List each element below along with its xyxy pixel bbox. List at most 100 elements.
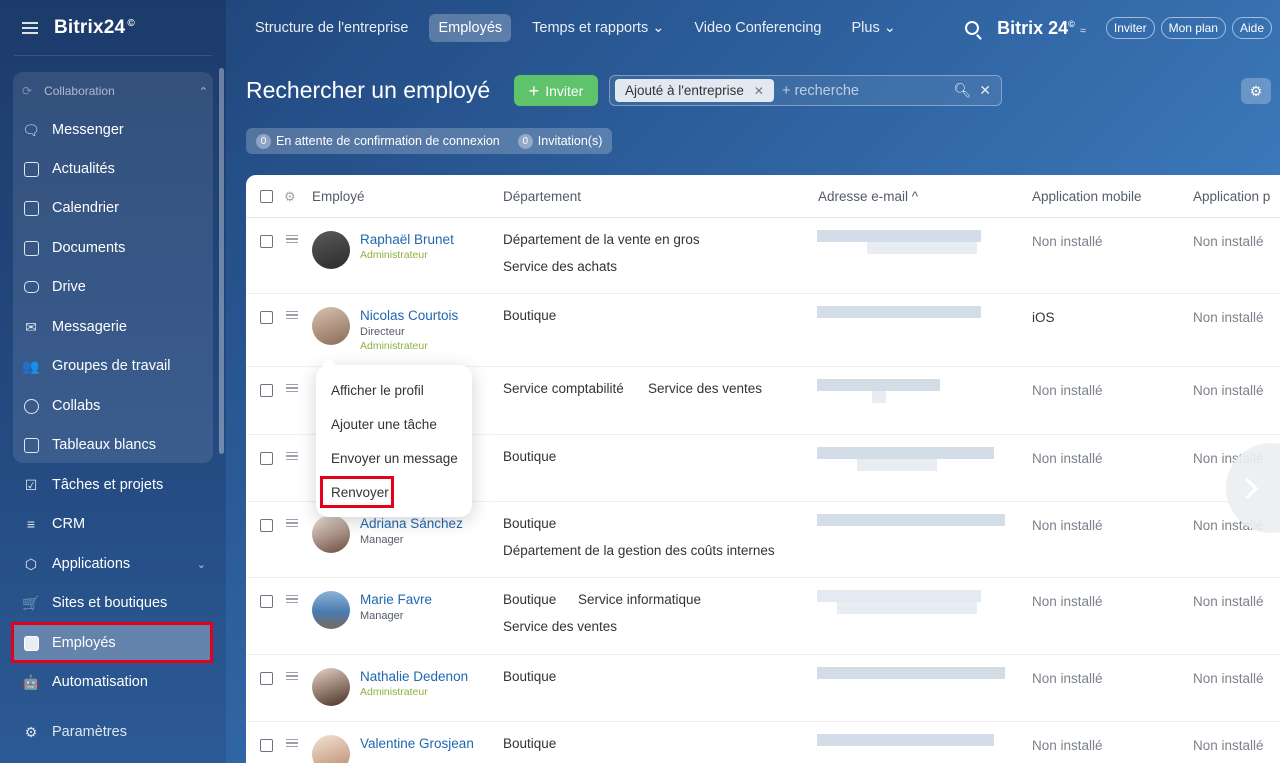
- drag-handle-icon[interactable]: [286, 384, 298, 392]
- sidebar-item-settings[interactable]: ⚙ Paramètres: [22, 717, 212, 747]
- sidebar-item-applications[interactable]: ⬡ Applications ⌄: [22, 549, 212, 579]
- mobile-app-status: iOS: [1032, 310, 1055, 325]
- department[interactable]: Service des ventes: [648, 381, 762, 396]
- group-collaboration-header[interactable]: ⟳ Collaboration ⌃: [22, 80, 208, 102]
- employee-name[interactable]: Valentine Grosjean: [360, 736, 474, 751]
- employee-name[interactable]: Raphaël Brunet: [360, 232, 454, 247]
- sidebar-item-workgroups[interactable]: 👥 Groupes de travail: [22, 351, 212, 381]
- sidebar-item-automation[interactable]: 🤖 Automatisation: [22, 667, 212, 697]
- department[interactable]: Boutique: [503, 736, 556, 751]
- search-icon[interactable]: [965, 21, 980, 35]
- select-all-checkbox[interactable]: [260, 190, 273, 203]
- search-filter[interactable]: Ajouté à l'entreprise ✕ + recherche 🔍︎ ✕: [609, 75, 1002, 106]
- sidebar-item-tasks[interactable]: ☑ Tâches et projets: [22, 470, 212, 500]
- department[interactable]: Service informatique: [578, 592, 701, 607]
- col-employee[interactable]: Employé: [312, 189, 365, 204]
- menu-view-profile[interactable]: Afficher le profil: [331, 383, 424, 398]
- tab-video-conferencing[interactable]: Video Conferencing: [685, 14, 830, 42]
- sidebar-item-news[interactable]: Actualités: [22, 154, 212, 184]
- search-input[interactable]: + recherche: [782, 83, 859, 99]
- help-button[interactable]: Aide: [1231, 17, 1272, 39]
- department[interactable]: Service des achats: [503, 259, 617, 274]
- department[interactable]: Boutique: [503, 669, 556, 684]
- pending-label[interactable]: En attente de confirmation de connexion: [276, 134, 500, 148]
- employee-name[interactable]: Nicolas Courtois: [360, 308, 458, 323]
- department[interactable]: Service des ventes: [503, 619, 617, 634]
- remove-filter-icon[interactable]: ✕: [754, 84, 764, 98]
- department[interactable]: Boutique: [503, 308, 556, 323]
- department[interactable]: Département de la vente en gros: [503, 232, 700, 247]
- filter-tag[interactable]: Ajouté à l'entreprise ✕: [615, 79, 774, 102]
- menu-send-message[interactable]: Envoyer un message: [331, 451, 458, 466]
- col-desktop-app[interactable]: Application p: [1193, 189, 1270, 204]
- my-plan-button[interactable]: Mon plan: [1160, 17, 1226, 39]
- row-checkbox[interactable]: [260, 672, 273, 685]
- department[interactable]: Département de la gestion des coûts inte…: [503, 543, 775, 558]
- sidebar-item-crm[interactable]: ≡ CRM: [22, 509, 212, 539]
- avatar[interactable]: [312, 231, 350, 269]
- col-department[interactable]: Département: [503, 189, 581, 204]
- menu-icon[interactable]: [22, 22, 38, 34]
- table-row[interactable]: Raphaël Brunet Administrateur Départemen…: [246, 218, 1280, 294]
- sidebar-item-documents[interactable]: Documents: [22, 233, 212, 263]
- employee-name[interactable]: Nathalie Dedenon: [360, 669, 468, 684]
- drag-handle-icon[interactable]: [286, 311, 298, 319]
- tab-more[interactable]: Plus ⌄: [843, 14, 905, 42]
- row-checkbox[interactable]: [260, 235, 273, 248]
- drag-handle-icon[interactable]: [286, 739, 298, 747]
- sidebar-item-employees[interactable]: Employés: [22, 628, 212, 658]
- sidebar-item-mail[interactable]: ✉ Messagerie: [22, 312, 212, 342]
- invite-top-button[interactable]: Inviter: [1105, 17, 1155, 39]
- row-checkbox[interactable]: [260, 311, 273, 324]
- drag-handle-icon[interactable]: [286, 672, 298, 680]
- sidebar-item-sites[interactable]: 🛒 Sites et boutiques: [22, 588, 212, 618]
- avatar[interactable]: [312, 515, 350, 553]
- drag-handle-icon[interactable]: [286, 595, 298, 603]
- table-row[interactable]: Nathalie Dedenon Administrateur Boutique…: [246, 655, 1280, 722]
- tab-company-structure[interactable]: Structure de l'entreprise: [246, 14, 417, 42]
- department[interactable]: Boutique: [503, 516, 556, 531]
- row-checkbox[interactable]: [260, 452, 273, 465]
- row-checkbox[interactable]: [260, 739, 273, 752]
- tab-time-reports[interactable]: Temps et rapports ⌄: [523, 14, 673, 42]
- drag-handle-icon[interactable]: [286, 519, 298, 527]
- employee-name[interactable]: Marie Favre: [360, 592, 432, 607]
- col-email[interactable]: Adresse e-mail ^: [818, 189, 918, 204]
- tab-employees[interactable]: Employés: [429, 14, 512, 42]
- avatar[interactable]: [312, 668, 350, 706]
- column-settings-icon[interactable]: ⚙: [284, 189, 296, 205]
- row-checkbox[interactable]: [260, 384, 273, 397]
- search-icon[interactable]: 🔍︎: [953, 82, 971, 99]
- collaboration-icon: ⟳: [22, 84, 33, 98]
- menu-add-task[interactable]: Ajouter une tâche: [331, 417, 437, 432]
- sidebar-item-messenger[interactable]: 🗨 Messenger: [22, 115, 212, 145]
- invite-button[interactable]: + Inviter: [514, 75, 598, 106]
- table-row[interactable]: Valentine Grosjean Boutique Non installé…: [246, 722, 1280, 763]
- settings-button[interactable]: ⚙: [1241, 78, 1271, 104]
- sidebar-scrollbar[interactable]: [219, 68, 224, 454]
- brand-logo-top[interactable]: Bitrix 24© ≈: [997, 18, 1086, 39]
- drag-handle-icon[interactable]: [286, 452, 298, 460]
- crm-filter-icon: ≡: [26, 516, 36, 532]
- drag-handle-icon[interactable]: [286, 235, 298, 243]
- sidebar-item-collabs[interactable]: Collabs: [22, 391, 212, 421]
- avatar[interactable]: [312, 591, 350, 629]
- department[interactable]: Boutique: [503, 592, 556, 607]
- avatar[interactable]: [312, 735, 350, 763]
- department[interactable]: Service comptabilité: [503, 381, 624, 396]
- invitations-label[interactable]: Invitation(s): [538, 134, 603, 148]
- brand-logo[interactable]: Bitrix24 ©: [54, 17, 135, 39]
- sidebar-item-calendar[interactable]: Calendrier: [22, 193, 212, 223]
- row-checkbox[interactable]: [260, 595, 273, 608]
- avatar[interactable]: [312, 307, 350, 345]
- sidebar-item-whiteboards[interactable]: Tableaux blancs: [22, 430, 212, 460]
- row-checkbox[interactable]: [260, 519, 273, 532]
- menu-resend[interactable]: Renvoyer: [331, 485, 389, 500]
- table-row[interactable]: Marie Favre Manager Boutique Service inf…: [246, 578, 1280, 655]
- sidebar-item-drive[interactable]: Drive: [22, 272, 212, 302]
- employee-name[interactable]: Adriana Sánchez: [360, 516, 463, 531]
- clear-icon[interactable]: ✕: [979, 82, 991, 99]
- table-row[interactable]: Nicolas Courtois Directeur Administrateu…: [246, 294, 1280, 367]
- col-mobile-app[interactable]: Application mobile: [1032, 189, 1142, 204]
- department[interactable]: Boutique: [503, 449, 556, 464]
